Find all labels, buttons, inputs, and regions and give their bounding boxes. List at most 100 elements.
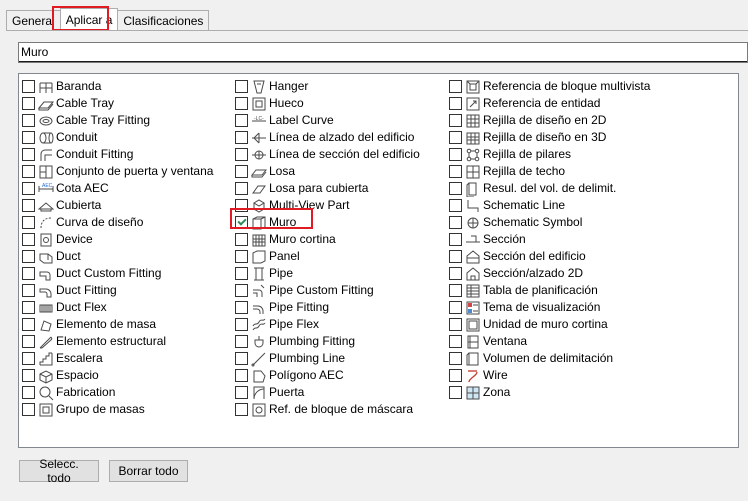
category-checkbox[interactable]: [449, 182, 462, 195]
category-item[interactable]: Tema de visualización: [449, 299, 650, 316]
category-checkbox[interactable]: [235, 369, 248, 382]
category-item[interactable]: Rejilla de diseño en 2D: [449, 112, 650, 129]
category-checkbox[interactable]: [449, 165, 462, 178]
category-item[interactable]: Plumbing Line: [235, 350, 420, 367]
category-item[interactable]: Puerta: [235, 384, 420, 401]
category-checkbox[interactable]: [235, 199, 248, 212]
category-checkbox[interactable]: [22, 131, 35, 144]
category-checkbox[interactable]: [22, 318, 35, 331]
category-checkbox[interactable]: [449, 80, 462, 93]
category-checkbox[interactable]: [235, 352, 248, 365]
category-item[interactable]: Ref. de bloque de máscara: [235, 401, 420, 418]
category-checkbox[interactable]: [22, 216, 35, 229]
category-checkbox[interactable]: [22, 352, 35, 365]
category-checkbox[interactable]: [449, 369, 462, 382]
category-checkbox[interactable]: [449, 250, 462, 263]
category-item[interactable]: Volumen de delimitación: [449, 350, 650, 367]
category-item[interactable]: Rejilla de techo: [449, 163, 650, 180]
category-checkbox[interactable]: [235, 284, 248, 297]
category-item[interactable]: Device: [22, 231, 213, 248]
category-item[interactable]: Sección del edificio: [449, 248, 650, 265]
category-item[interactable]: Muro cortina: [235, 231, 420, 248]
category-checkbox[interactable]: [235, 216, 248, 229]
category-checkbox[interactable]: [22, 284, 35, 297]
category-item[interactable]: Losa para cubierta: [235, 180, 420, 197]
category-checkbox[interactable]: [22, 165, 35, 178]
category-item[interactable]: Duct: [22, 248, 213, 265]
category-item[interactable]: Pipe Custom Fitting: [235, 282, 420, 299]
category-item[interactable]: Panel: [235, 248, 420, 265]
category-checkbox[interactable]: [449, 386, 462, 399]
category-checkbox[interactable]: [449, 233, 462, 246]
category-item[interactable]: Resul. del vol. de delimit.: [449, 180, 650, 197]
select-all-button[interactable]: Selecc. todo: [19, 457, 99, 485]
category-checkbox[interactable]: [235, 97, 248, 110]
category-checkbox[interactable]: [22, 148, 35, 161]
category-item[interactable]: Cable Tray Fitting: [22, 112, 213, 129]
category-item[interactable]: Conduit: [22, 129, 213, 146]
category-checkbox[interactable]: [449, 318, 462, 331]
category-item[interactable]: Espacio: [22, 367, 213, 384]
category-item[interactable]: Losa: [235, 163, 420, 180]
category-item[interactable]: Polígono AEC: [235, 367, 420, 384]
clear-all-button[interactable]: Borrar todo: [109, 460, 188, 482]
category-checkbox[interactable]: [449, 114, 462, 127]
category-checkbox[interactable]: [449, 301, 462, 314]
category-item[interactable]: AEC Cota AEC: [22, 180, 213, 197]
category-checkbox[interactable]: [22, 403, 35, 416]
category-checkbox[interactable]: [235, 114, 248, 127]
category-item[interactable]: Tabla de planificación: [449, 282, 650, 299]
category-checkbox[interactable]: [235, 335, 248, 348]
category-checkbox[interactable]: [22, 250, 35, 263]
name-field[interactable]: Muro: [18, 42, 748, 63]
category-item[interactable]: Elemento estructural: [22, 333, 213, 350]
category-item[interactable]: Schematic Line: [449, 197, 650, 214]
category-item[interactable]: Rejilla de pilares: [449, 146, 650, 163]
category-checkbox[interactable]: [22, 335, 35, 348]
category-item[interactable]: -LC- Label Curve: [235, 112, 420, 129]
category-item[interactable]: Multi-View Part: [235, 197, 420, 214]
tab-clasificaciones[interactable]: Clasificaciones: [117, 10, 210, 30]
category-checkbox[interactable]: [449, 216, 462, 229]
category-item[interactable]: Muro: [235, 214, 420, 231]
category-checkbox[interactable]: [449, 97, 462, 110]
category-checkbox[interactable]: [235, 182, 248, 195]
category-item[interactable]: Sección: [449, 231, 650, 248]
category-checkbox[interactable]: [235, 165, 248, 178]
category-checkbox[interactable]: [22, 233, 35, 246]
category-checkbox[interactable]: [449, 148, 462, 161]
category-checkbox[interactable]: [22, 369, 35, 382]
category-item[interactable]: Conjunto de puerta y ventana: [22, 163, 213, 180]
category-item[interactable]: Ventana: [449, 333, 650, 350]
category-item[interactable]: Pipe: [235, 265, 420, 282]
category-checkbox[interactable]: [235, 386, 248, 399]
category-item[interactable]: Grupo de masas: [22, 401, 213, 418]
category-checkbox[interactable]: [22, 182, 35, 195]
category-item[interactable]: Cubierta: [22, 197, 213, 214]
category-item[interactable]: Rejilla de diseño en 3D: [449, 129, 650, 146]
category-item[interactable]: Schematic Symbol: [449, 214, 650, 231]
category-item[interactable]: Elemento de masa: [22, 316, 213, 333]
category-item[interactable]: Zona: [449, 384, 650, 401]
category-item[interactable]: Fabrication: [22, 384, 213, 401]
tab-general[interactable]: General: [6, 10, 61, 30]
category-item[interactable]: Hueco: [235, 95, 420, 112]
category-checkbox[interactable]: [22, 114, 35, 127]
category-checkbox[interactable]: [22, 97, 35, 110]
category-item[interactable]: Curva de diseño: [22, 214, 213, 231]
category-checkbox[interactable]: [235, 233, 248, 246]
category-item[interactable]: Conduit Fitting: [22, 146, 213, 163]
category-checkbox[interactable]: [235, 131, 248, 144]
category-checkbox[interactable]: [22, 386, 35, 399]
category-item[interactable]: Línea de sección del edificio: [235, 146, 420, 163]
category-checkbox[interactable]: [449, 352, 462, 365]
category-item[interactable]: Cable Tray: [22, 95, 213, 112]
category-item[interactable]: Duct Flex: [22, 299, 213, 316]
category-item[interactable]: Referencia de bloque multivista: [449, 78, 650, 95]
category-checkbox[interactable]: [235, 318, 248, 331]
category-checkbox[interactable]: [235, 301, 248, 314]
category-checkbox[interactable]: [235, 80, 248, 93]
category-item[interactable]: Duct Fitting: [22, 282, 213, 299]
category-item[interactable]: Línea de alzado del edificio: [235, 129, 420, 146]
category-item[interactable]: Plumbing Fitting: [235, 333, 420, 350]
